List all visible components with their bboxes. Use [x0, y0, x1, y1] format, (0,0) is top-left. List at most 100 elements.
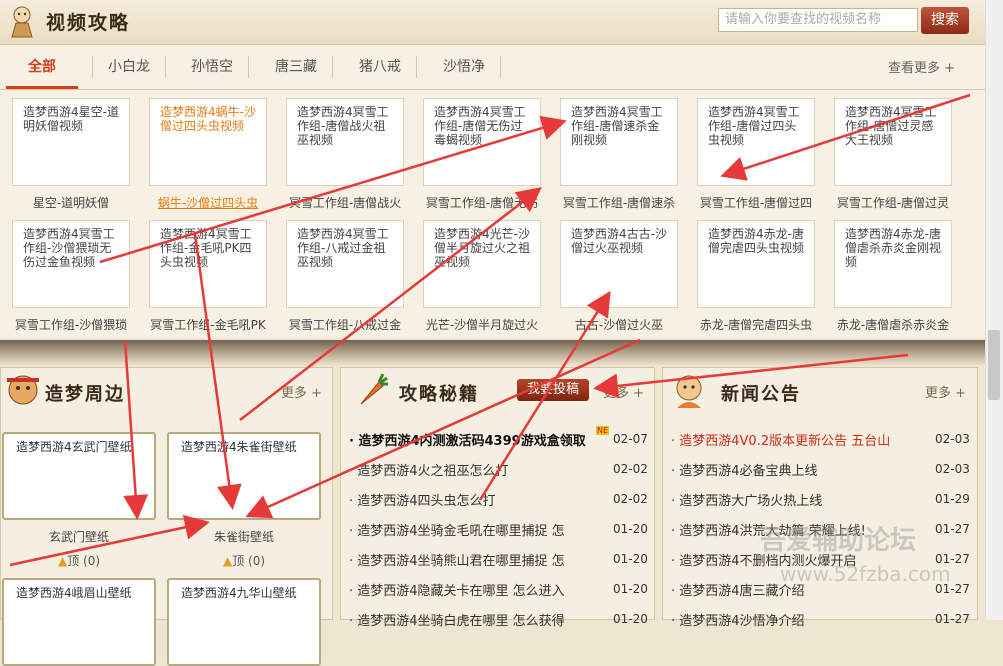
article-link[interactable]: · 造梦西游4坐骑熊山君在哪里捕捉 怎	[349, 550, 565, 569]
wallpaper-thumb[interactable]: 造梦西游4九华山壁纸	[167, 578, 321, 666]
video-caption[interactable]: 冥雪工作组-唐僧战火	[281, 194, 409, 211]
article-title: 造梦西游4坐骑金毛吼在哪里捕捉 怎	[357, 524, 565, 539]
video-thumb[interactable]: 造梦西游4赤龙-唐僧完虐四头虫视频	[697, 220, 815, 308]
miji-more-link[interactable]: 更多 +	[603, 382, 644, 401]
article-date: 02-02	[613, 462, 648, 476]
monk-logo-icon	[11, 6, 33, 38]
like-label: 顶 (0)	[232, 554, 266, 568]
video-thumb[interactable]: 造梦西游4星空-道明妖僧视频	[12, 98, 130, 186]
video-caption[interactable]: 冥雪工作组-金毛吼PK	[144, 316, 272, 333]
video-caption[interactable]: 冥雪工作组-八戒过金	[281, 316, 409, 333]
search-input[interactable]: 请输入你要查找的视频名称	[718, 8, 918, 32]
video-thumb[interactable]: 造梦西游4赤龙-唐僧虐杀赤炎金刚视频	[834, 220, 952, 308]
article-link[interactable]: · 造梦西游4四头虫怎么打	[349, 490, 496, 509]
video-thumb[interactable]: 造梦西游4冥雪工作组-八戒过金祖巫视频	[286, 220, 404, 308]
news-link[interactable]: · 造梦西游4必备宝典上线	[671, 460, 818, 479]
article-date: 01-20	[613, 522, 648, 536]
active-tab-indicator	[6, 86, 78, 89]
video-thumb[interactable]: 造梦西游4光芒-沙僧半月旋过火之祖巫视频	[423, 220, 541, 308]
wallpaper-thumb[interactable]: 造梦西游4朱雀街壁纸	[167, 432, 321, 520]
news-item-title: 造梦西游4沙悟净介绍	[679, 614, 805, 629]
monkey-icon	[7, 375, 39, 405]
news-date: 02-03	[935, 432, 970, 446]
article-link[interactable]: · 造梦西游4内测激活码4399游戏盒领取	[349, 430, 586, 449]
video-caption[interactable]: 冥雪工作组-唐僧过灵	[829, 194, 957, 211]
article-link[interactable]: · 造梦西游4火之祖巫怎么打	[349, 460, 509, 479]
news-date: 01-27	[935, 612, 970, 626]
news-item-title: 造梦西游4唐三藏介绍	[679, 584, 805, 599]
video-thumb[interactable]: 造梦西游4冥雪工作组-唐僧无伤过毒蝎视频	[423, 98, 541, 186]
news-more-link[interactable]: 更多 +	[925, 382, 966, 401]
like-count[interactable]: ▲顶 (0)	[167, 552, 321, 569]
news-title: 新闻公告	[721, 384, 801, 405]
section-divider	[0, 340, 985, 366]
video-caption[interactable]: 古古-沙僧过火巫	[555, 316, 683, 333]
article-title: 造梦西游4火之祖巫怎么打	[357, 464, 509, 479]
video-thumb[interactable]: 造梦西游4古古-沙僧过火巫视频	[560, 220, 678, 308]
video-caption[interactable]: 星空-道明妖僧	[7, 194, 135, 211]
tab-all[interactable]: 全部	[6, 56, 78, 78]
submit-button[interactable]: 我要投稿	[517, 379, 589, 401]
video-grid: 造梦西游4星空-道明妖僧视频 造梦西游4蜗牛-沙僧过四头虫视频 造梦西游4冥雪工…	[0, 90, 985, 338]
video-thumb[interactable]: 造梦西游4冥雪工作组-唐僧战火祖巫视频	[286, 98, 404, 186]
news-date: 01-29	[935, 492, 970, 506]
thumb-up-icon: ▲	[222, 554, 233, 568]
thumb-up-icon: ▲	[57, 554, 68, 568]
news-item-title: 造梦西游大广场火热上线	[679, 494, 823, 509]
video-caption[interactable]: 冥雪工作组-唐僧过四	[692, 194, 820, 211]
video-thumb[interactable]: 造梦西游4冥雪工作组-唐僧速杀金刚视频	[560, 98, 678, 186]
article-link[interactable]: · 造梦西游4隐藏关卡在哪里 怎么进入	[349, 580, 565, 599]
article-title: 造梦西游4坐骑白虎在哪里 怎么获得	[357, 614, 565, 629]
news-item-title: 造梦西游4必备宝典上线	[679, 464, 818, 479]
monk-avatar-icon	[676, 375, 702, 408]
like-count[interactable]: ▲顶 (0)	[2, 552, 156, 569]
news-date: 01-27	[935, 522, 970, 536]
video-thumb[interactable]: 造梦西游4冥雪工作组-金毛吼PK四头虫视频	[149, 220, 267, 308]
wallpaper-thumb[interactable]: 造梦西游4玄武门壁纸	[2, 432, 156, 520]
article-date: 01-20	[613, 582, 648, 596]
article-date: 01-20	[613, 612, 648, 626]
zhoubian-panel: 造梦周边 更多 + 造梦西游4玄武门壁纸 造梦西游4朱雀街壁纸 玄武门壁纸 朱雀…	[0, 367, 333, 666]
article-date: 01-20	[613, 552, 648, 566]
zhoubian-title: 造梦周边	[45, 384, 125, 405]
wallpaper-caption[interactable]: 朱雀街壁纸	[167, 528, 321, 545]
miji-panel: 攻略秘籍 我要投稿 更多 + · 造梦西游4内测激活码4399游戏盒领取 NE …	[340, 367, 655, 629]
video-caption[interactable]: 蜗牛-沙僧过四头虫	[144, 194, 272, 211]
tab-shawujing[interactable]: 沙悟净	[428, 56, 501, 78]
tab-zhubajie[interactable]: 猪八戒	[344, 56, 417, 78]
tab-tangsanzang[interactable]: 唐三藏	[260, 56, 333, 78]
news-link[interactable]: · 造梦西游大广场火热上线	[671, 490, 822, 509]
video-caption[interactable]: 赤龙-唐僧虐杀赤炎金	[829, 316, 957, 333]
article-title: 造梦西游4四头虫怎么打	[357, 494, 496, 509]
video-caption[interactable]: 光芒-沙僧半月旋过火	[418, 316, 546, 333]
scrollbar-thumb[interactable]	[988, 330, 1000, 400]
article-link[interactable]: · 造梦西游4坐骑金毛吼在哪里捕捉 怎	[349, 520, 565, 539]
video-thumb[interactable]: 造梦西游4冥雪工作组-唐僧过灵感大王视频	[834, 98, 952, 186]
video-caption[interactable]: 冥雪工作组-沙僧猥琐	[7, 316, 135, 333]
watermark-url: www.52fzba.com	[780, 562, 951, 586]
video-thumb[interactable]: 造梦西游4冥雪工作组-沙僧猥琐无伤过金鱼视频	[12, 220, 130, 308]
video-thumb[interactable]: 造梦西游4蜗牛-沙僧过四头虫视频	[149, 98, 267, 186]
new-badge: NE	[596, 426, 610, 435]
article-title: 造梦西游4内测激活码4399游戏盒领取	[358, 434, 586, 449]
wallpaper-thumb[interactable]: 造梦西游4峨眉山壁纸	[2, 578, 156, 666]
scrollbar[interactable]	[985, 0, 1003, 620]
video-caption[interactable]: 赤龙-唐僧完虐四头虫	[692, 316, 820, 333]
tab-sunwukong[interactable]: 孙悟空	[176, 56, 249, 78]
article-date: 02-07	[613, 432, 648, 446]
carrot-icon	[360, 373, 388, 405]
wallpaper-caption[interactable]: 玄武门壁纸	[2, 528, 156, 545]
news-item-title: 造梦西游4V0.2版本更新公告 五台山	[679, 434, 891, 449]
news-link[interactable]: · 造梦西游4V0.2版本更新公告 五台山	[671, 430, 890, 449]
article-title: 造梦西游4隐藏关卡在哪里 怎么进入	[357, 584, 565, 599]
video-thumb[interactable]: 造梦西游4冥雪工作组-唐僧过四头虫视频	[697, 98, 815, 186]
article-title: 造梦西游4坐骑熊山君在哪里捕捉 怎	[357, 554, 565, 569]
view-more-link[interactable]: 查看更多 +	[888, 57, 955, 76]
search-button[interactable]: 搜索	[921, 7, 969, 34]
tab-xiaobailong[interactable]: 小白龙	[92, 56, 166, 78]
article-date: 02-02	[613, 492, 648, 506]
video-caption[interactable]: 冥雪工作组-唐僧无伤	[418, 194, 546, 211]
like-label: 顶 (0)	[67, 554, 101, 568]
video-caption[interactable]: 冥雪工作组-唐僧速杀	[555, 194, 683, 211]
zhoubian-more-link[interactable]: 更多 +	[281, 382, 322, 401]
